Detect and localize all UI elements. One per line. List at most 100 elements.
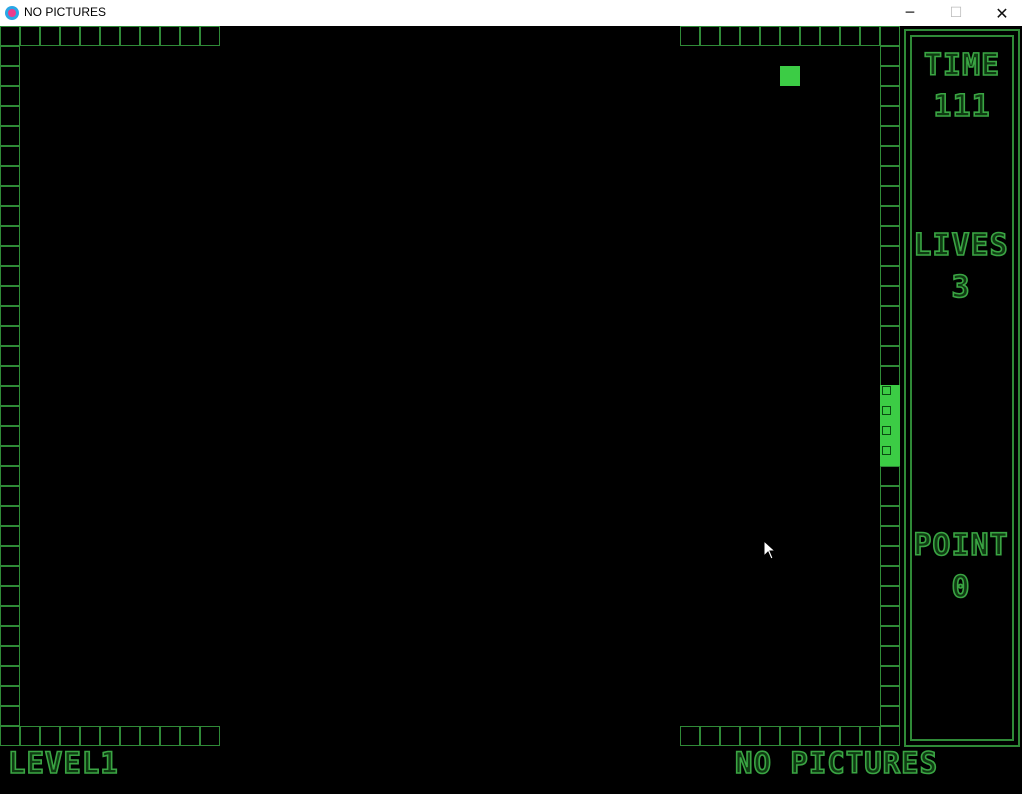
wall-cell <box>0 506 20 526</box>
wall-cell <box>880 506 900 526</box>
wall-cell <box>880 206 900 226</box>
wall-cell <box>100 26 120 46</box>
wall-cell <box>880 366 900 386</box>
wall-cell <box>200 26 220 46</box>
wall-cell <box>0 566 20 586</box>
wall-cell <box>0 146 20 166</box>
wall-cell <box>780 26 800 46</box>
wall-cell <box>720 726 740 746</box>
wall-cell <box>0 166 20 186</box>
wall-cell <box>880 546 900 566</box>
wall-cell <box>60 726 80 746</box>
wall-cell <box>880 706 900 726</box>
wall-cell <box>880 286 900 306</box>
wall-cell <box>120 726 140 746</box>
wall-cell <box>880 126 900 146</box>
wall-cell <box>760 726 780 746</box>
window-titlebar: NO PICTURES ─ ☐ ✕ <box>0 0 1027 27</box>
food-block <box>780 66 800 86</box>
wall-cell <box>880 66 900 86</box>
wall-cell <box>860 726 880 746</box>
close-button[interactable]: ✕ <box>979 0 1025 26</box>
wall-cell <box>880 686 900 706</box>
wall-cell <box>200 726 220 746</box>
wall-cell <box>880 626 900 646</box>
wall-cell <box>0 366 20 386</box>
wall-cell <box>0 226 20 246</box>
wall-cell <box>840 726 860 746</box>
wall-cell <box>740 26 760 46</box>
wall-cell <box>880 526 900 546</box>
wall-cell <box>20 26 40 46</box>
wall-cell <box>820 26 840 46</box>
wall-cell <box>880 146 900 166</box>
mouse-cursor-icon <box>763 540 777 560</box>
wall-cell <box>880 226 900 246</box>
wall-cell <box>0 706 20 726</box>
wall-cell <box>100 726 120 746</box>
wall-cell <box>0 446 20 466</box>
point-value: 0 <box>951 569 971 606</box>
wall-cell <box>880 46 900 66</box>
wall-cell <box>880 166 900 186</box>
wall-cell <box>780 726 800 746</box>
wall-cell <box>880 26 900 46</box>
wall-cell <box>0 586 20 606</box>
wall-cell <box>0 346 20 366</box>
wall-cell <box>0 66 20 86</box>
wall-cell <box>140 726 160 746</box>
hud-panel <box>910 35 1014 741</box>
wall-cell <box>700 26 720 46</box>
wall-cell <box>880 346 900 366</box>
wall-cell <box>820 726 840 746</box>
wall-cell <box>0 646 20 666</box>
wall-cell <box>0 26 20 46</box>
wall-cell <box>800 726 820 746</box>
wall-cell <box>60 26 80 46</box>
wall-cell <box>0 686 20 706</box>
wall-cell <box>0 626 20 646</box>
wall-cell <box>160 26 180 46</box>
wall-cell <box>0 126 20 146</box>
wall-cell <box>0 606 20 626</box>
wall-cell <box>0 46 20 66</box>
wall-cell <box>0 546 20 566</box>
wall-cell <box>800 26 820 46</box>
game-name-label: NO PICTURES <box>734 745 939 781</box>
window-edge <box>1022 26 1027 794</box>
time-label: TIME <box>923 47 1001 84</box>
game-area[interactable]: TIME 111 LIVES 3 POINT 0 LEVEL1 NO PICTU… <box>0 26 1027 794</box>
wall-cell <box>0 386 20 406</box>
wall-cell <box>880 646 900 666</box>
point-label: POINT <box>913 527 1009 564</box>
wall-cell <box>880 266 900 286</box>
wall-cell <box>0 306 20 326</box>
wall-cell <box>0 206 20 226</box>
wall-cell <box>0 666 20 686</box>
wall-cell <box>0 266 20 286</box>
wall-cell <box>740 726 760 746</box>
app-heart-icon <box>5 6 19 20</box>
snake-segment <box>882 386 891 395</box>
wall-cell <box>0 286 20 306</box>
wall-cell <box>880 86 900 106</box>
wall-cell <box>880 586 900 606</box>
wall-cell <box>0 466 20 486</box>
wall-cell <box>180 26 200 46</box>
snake-segment <box>882 406 891 415</box>
wall-cell <box>20 726 40 746</box>
wall-cell <box>880 666 900 686</box>
wall-cell <box>0 106 20 126</box>
minimize-button[interactable]: ─ <box>887 0 933 26</box>
window-title: NO PICTURES <box>24 5 107 19</box>
wall-cell <box>140 26 160 46</box>
maximize-button[interactable]: ☐ <box>933 0 979 26</box>
wall-cell <box>0 426 20 446</box>
wall-cell <box>880 106 900 126</box>
level-indicator: LEVEL1 <box>7 745 119 781</box>
wall-cell <box>0 486 20 506</box>
lives-label: LIVES <box>913 227 1009 264</box>
wall-cell <box>0 246 20 266</box>
wall-cell <box>880 466 900 486</box>
wall-cell <box>40 726 60 746</box>
